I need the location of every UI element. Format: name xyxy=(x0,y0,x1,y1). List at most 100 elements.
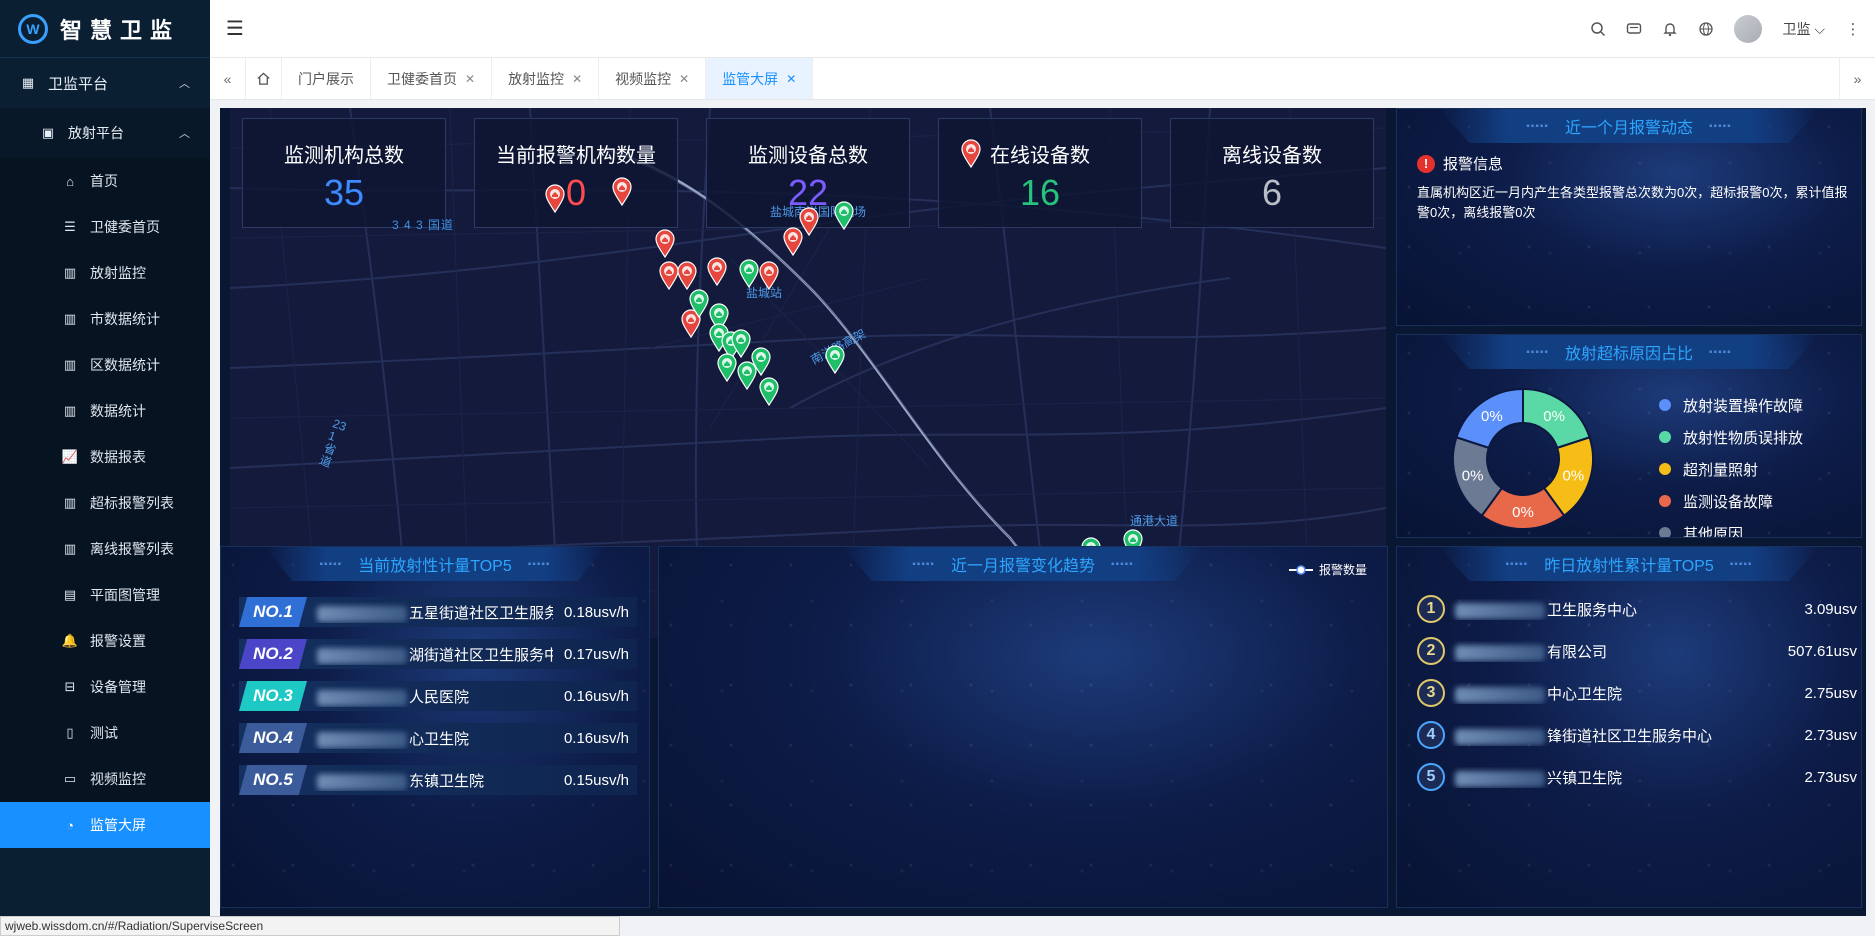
chevron-up-icon: ︿ xyxy=(179,78,190,90)
top5-row[interactable]: NO.3 人民医院 0.16usv/h xyxy=(239,681,637,711)
sidebar-group-wj-platform[interactable]: ▦ 卫监平台 ︿ xyxy=(0,58,210,108)
yesterday-top5-panel: ▪▪▪▪▪ 昨日放射性累计量TOP5 ▪▪▪▪▪ 1 卫生服务中心 3.09usv 2 有限… xyxy=(1396,546,1862,908)
rank-badge: NO.2 xyxy=(239,639,307,669)
sidebar-item-7[interactable]: ▥ 超标报警列表 xyxy=(0,480,210,526)
tab-bar: « 门户展示 卫健委首页 ✕ 放射监控 ✕ 视频监控 ✕ 监管大屏 ✕ » xyxy=(210,58,1875,100)
map-marker-alarm[interactable] xyxy=(611,176,633,207)
list-icon: ☰ xyxy=(64,219,76,234)
top5-row[interactable]: NO.1 五星街道社区卫生服务中心 0.18usv/h xyxy=(239,597,637,627)
exceed-reason-panel: ▪▪▪▪▪ 放射超标原因占比 ▪▪▪▪▪ 0% 0% 0% 0% 0% 放射装置操作故障 放射… xyxy=(1396,334,1862,538)
trend-legend[interactable]: 报警数量 xyxy=(1288,561,1367,578)
legend-item[interactable]: 放射性物质误排放 xyxy=(1659,421,1803,453)
map-marker-alarm[interactable] xyxy=(544,183,566,214)
tab-2[interactable]: 放射监控 ✕ xyxy=(492,58,600,99)
message-icon[interactable] xyxy=(1626,21,1642,37)
reason-donut-chart[interactable]: 0% 0% 0% 0% 0% xyxy=(1433,369,1613,538)
legend-item[interactable]: 超剂量照射 xyxy=(1659,453,1803,485)
dashboard-icon: ▦ xyxy=(21,75,35,90)
sidebar-item-5[interactable]: ▥ 数据统计 xyxy=(0,388,210,434)
alarm-trend-panel: ▪▪▪▪▪ 近一月报警变化趋势 ▪▪▪▪▪ 报警数量 xyxy=(658,546,1388,908)
panel-title: ▪▪▪▪▪ 近一个月报警动态 ▪▪▪▪▪ xyxy=(1439,109,1819,143)
sidebar-item-13[interactable]: ▭ 视频监控 xyxy=(0,756,210,802)
globe-icon[interactable] xyxy=(1698,21,1714,37)
logo-icon: W xyxy=(18,13,48,44)
sidebar: W 智慧卫监 ▦ 卫监平台 ︿ ▣ 放射平台 ︿ ⌂ 首页 ☰ 卫健委首页 ▥ 放射监控 ▥… xyxy=(0,0,210,936)
legend-label: 超剂量照射 xyxy=(1683,461,1759,479)
org-name-cell: 中心卫生院 xyxy=(1445,683,1804,704)
close-icon[interactable]: ✕ xyxy=(465,72,475,86)
menu-toggle-icon[interactable]: ☰ xyxy=(226,16,244,41)
sidebar-item-0[interactable]: ⌂ 首页 xyxy=(0,158,210,204)
user-menu[interactable]: 卫监 ⌵ xyxy=(1782,19,1825,39)
sidebar-item-11[interactable]: ⊟ 设备管理 xyxy=(0,664,210,710)
sidebar-item-1[interactable]: ☰ 卫健委首页 xyxy=(0,204,210,250)
donut-slice-label: 0% xyxy=(1462,467,1484,484)
close-icon[interactable]: ✕ xyxy=(786,72,796,86)
map-marker-normal[interactable] xyxy=(738,258,760,289)
bell-icon[interactable] xyxy=(1662,21,1678,37)
sidebar-item-14[interactable]: ◔ 监管大屏 xyxy=(0,802,210,848)
alarm-activity-panel: ▪▪▪▪▪ 近一个月报警动态 ▪▪▪▪▪ ! 报警信息 直属机构区近一月内产生各类型报… xyxy=(1396,108,1862,326)
sidebar-group-label: 卫监平台 xyxy=(48,75,109,93)
org-name: 东镇卫生院 xyxy=(409,772,485,790)
top5-row[interactable]: NO.5 东镇卫生院 0.15usv/h xyxy=(239,765,637,795)
sidebar-item-3[interactable]: ▥ 市数据统计 xyxy=(0,296,210,342)
search-icon[interactable] xyxy=(1590,21,1606,37)
map-marker-alarm[interactable] xyxy=(758,260,780,291)
yesterday-top5-row[interactable]: 1 卫生服务中心 3.09usv xyxy=(1417,591,1857,627)
legend-item[interactable]: 放射装置操作故障 xyxy=(1659,389,1803,421)
sidebar-group-radiation-platform[interactable]: ▣ 放射平台 ︿ xyxy=(0,108,210,158)
close-icon[interactable]: ✕ xyxy=(572,72,582,86)
yesterday-top5-row[interactable]: 3 中心卫生院 2.75usv xyxy=(1417,675,1857,711)
sidebar-item-8[interactable]: ▥ 离线报警列表 xyxy=(0,526,210,572)
sidebar-item-12[interactable]: ▯ 测试 xyxy=(0,710,210,756)
map-marker-alarm[interactable] xyxy=(654,228,676,259)
more-vertical-icon[interactable]: ⋮ xyxy=(1845,21,1861,38)
tab-0[interactable]: 门户展示 xyxy=(282,58,371,99)
map-marker-normal[interactable] xyxy=(750,346,772,377)
org-name-cell: 东镇卫生院 xyxy=(307,770,553,791)
sidebar-item-2[interactable]: ▥ 放射监控 xyxy=(0,250,210,296)
legend-item[interactable]: 其他原因 xyxy=(1659,517,1803,537)
map-marker-normal[interactable] xyxy=(758,376,780,407)
redacted-mask xyxy=(1455,686,1545,703)
rank-circle: 1 xyxy=(1417,595,1445,623)
sidebar-item-4[interactable]: ▥ 区数据统计 xyxy=(0,342,210,388)
sidebar-item-label: 离线报警列表 xyxy=(90,541,174,557)
redacted-mask xyxy=(1455,770,1545,787)
yesterday-top5-row[interactable]: 4 锋街道社区卫生服务中心 2.73usv xyxy=(1417,717,1857,753)
stat-value: 16 xyxy=(1019,172,1061,213)
dose-rate-value: 0.16usv/h xyxy=(563,687,629,705)
avatar[interactable] xyxy=(1734,15,1763,43)
app-logo[interactable]: W 智慧卫监 xyxy=(0,0,210,58)
map-marker-alarm[interactable] xyxy=(676,260,698,291)
legend-item[interactable]: 监测设备故障 xyxy=(1659,485,1803,517)
current-top5-panel: ▪▪▪▪▪当前放射性计量TOP5▪▪▪▪▪ NO.1 五星街道社区卫生服务中心 0.… xyxy=(220,546,650,908)
sidebar-item-label: 首页 xyxy=(90,173,118,189)
close-icon[interactable]: ✕ xyxy=(679,72,689,86)
map-marker-normal[interactable] xyxy=(824,344,846,375)
rank-badge: NO.5 xyxy=(239,765,307,795)
map-marker-normal[interactable] xyxy=(716,352,738,383)
home-tab-button[interactable] xyxy=(246,58,282,99)
yesterday-top5-row[interactable]: 2 有限公司 507.61usv xyxy=(1417,633,1857,669)
tab-1[interactable]: 卫健委首页 ✕ xyxy=(371,58,493,99)
tab-3[interactable]: 视频监控 ✕ xyxy=(599,58,707,99)
map-marker-alarm[interactable] xyxy=(706,256,728,287)
tabs-scroll-left-button[interactable]: « xyxy=(210,58,246,99)
map-marker-normal[interactable] xyxy=(833,200,855,231)
map-label-harbor: 通港大道 xyxy=(1130,514,1179,528)
sidebar-item-9[interactable]: ▤ 平面图管理 xyxy=(0,572,210,618)
stat-monitored-orgs: 监测机构总数 35 xyxy=(242,118,446,228)
top5-row[interactable]: NO.2 湖街道社区卫生服务中心 0.17usv/h xyxy=(239,639,637,669)
map-marker-alarm[interactable] xyxy=(960,138,982,169)
map-marker-alarm[interactable] xyxy=(798,206,820,237)
sidebar-item-10[interactable]: 🔔 报警设置 xyxy=(0,618,210,664)
tab-4[interactable]: 监管大屏 ✕ xyxy=(706,58,814,99)
map-marker-normal[interactable] xyxy=(688,288,710,319)
tabs-scroll-right-button[interactable]: » xyxy=(1839,58,1875,99)
top5-row[interactable]: NO.4 心卫生院 0.16usv/h xyxy=(239,723,637,753)
sidebar-item-6[interactable]: 📈 数据报表 xyxy=(0,434,210,480)
org-name-cell: 湖街道社区卫生服务中心 xyxy=(307,644,553,665)
yesterday-top5-row[interactable]: 5 兴镇卫生院 2.73usv xyxy=(1417,759,1857,795)
